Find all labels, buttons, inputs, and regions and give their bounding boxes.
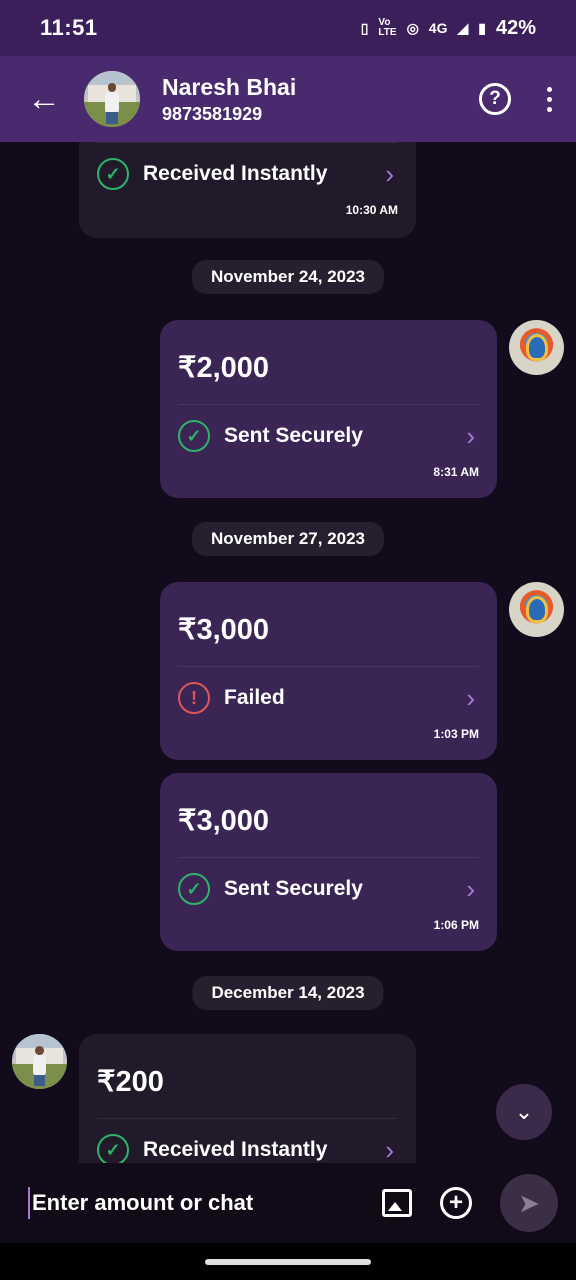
- home-gesture-pill[interactable]: [205, 1259, 371, 1265]
- message-time: 1:03 PM: [433, 727, 479, 741]
- status-label: Received Instantly: [143, 1138, 328, 1161]
- chevron-right-icon[interactable]: ›: [466, 421, 475, 452]
- navigation-bar: [0, 1243, 576, 1280]
- my-avatar: [509, 582, 564, 637]
- contact-avatar: [12, 1034, 67, 1089]
- check-circle-icon: ✓: [97, 1134, 129, 1163]
- message-amount: ₹3,000: [178, 805, 270, 837]
- message-sent[interactable]: ₹3,000 ! Failed › 1:03 PM: [160, 582, 497, 760]
- volte-icon: Vo LTE: [378, 17, 397, 38]
- hotspot-icon: ◎: [406, 19, 419, 36]
- more-vertical-icon[interactable]: [547, 86, 552, 112]
- status-indicators: ▯ Vo LTE ◎ 4G ◢ ▮ 42%: [361, 17, 536, 40]
- date-separator: November 27, 2023: [191, 522, 385, 556]
- transaction-status: ✓ Received Instantly ›: [97, 143, 398, 205]
- battery-level: 42%: [495, 16, 536, 39]
- signal-icon: ◢: [457, 19, 469, 36]
- chat-input[interactable]: Enter amount or chat: [28, 1187, 253, 1219]
- chat-thread[interactable]: ✓ Received Instantly › 10:30 AM November…: [0, 142, 576, 1163]
- my-avatar: [509, 320, 564, 375]
- network-type: 4G: [428, 20, 448, 36]
- contact-phone: 9873581929: [162, 103, 263, 124]
- status-time: 11:51: [40, 15, 98, 40]
- message-received[interactable]: ✓ Received Instantly › 10:30 AM: [79, 142, 416, 238]
- chevron-right-icon[interactable]: ›: [385, 1135, 394, 1164]
- status-label: Sent Securely: [224, 424, 363, 447]
- help-icon[interactable]: ?: [479, 83, 511, 115]
- check-circle-icon: ✓: [97, 158, 129, 190]
- message-amount: ₹3,000: [178, 614, 270, 646]
- message-amount: ₹200: [97, 1066, 164, 1098]
- contact-name: Naresh Bhai: [162, 73, 297, 100]
- transaction-status: ✓ Sent Securely ›: [178, 858, 479, 920]
- transaction-status: ! Failed ›: [178, 667, 479, 729]
- chat-header: ← Naresh Bhai 9873581929 ?: [0, 56, 576, 142]
- add-circle-icon[interactable]: +: [440, 1187, 472, 1219]
- vibrate-icon: ▯: [360, 19, 369, 36]
- contact-info[interactable]: Naresh Bhai 9873581929: [162, 74, 296, 125]
- message-amount: ₹2,000: [178, 352, 270, 384]
- chevron-right-icon[interactable]: ›: [385, 159, 394, 190]
- message-time: 10:30 AM: [345, 203, 398, 217]
- error-circle-icon: !: [178, 682, 210, 714]
- message-sent[interactable]: ₹3,000 ✓ Sent Securely › 1:06 PM: [160, 773, 497, 951]
- message-composer: Enter amount or chat + ➤: [0, 1163, 576, 1243]
- contact-avatar[interactable]: [84, 71, 140, 127]
- date-separator: December 14, 2023: [192, 976, 384, 1010]
- chevron-right-icon[interactable]: ›: [466, 683, 475, 714]
- message-sent[interactable]: ₹2,000 ✓ Sent Securely › 8:31 AM: [160, 320, 497, 498]
- battery-icon: ▮: [478, 19, 486, 36]
- chevron-right-icon[interactable]: ›: [466, 874, 475, 905]
- message-received[interactable]: ₹200 ✓ Received Instantly ›: [79, 1034, 416, 1163]
- transaction-status: ✓ Received Instantly ›: [97, 1119, 398, 1163]
- transaction-status: ✓ Sent Securely ›: [178, 405, 479, 467]
- status-bar: 11:51 ▯ Vo LTE ◎ 4G ◢ ▮ 42%: [0, 0, 576, 56]
- date-separator: November 24, 2023: [191, 260, 385, 294]
- back-arrow-icon[interactable]: ←: [24, 79, 64, 119]
- image-icon[interactable]: [382, 1189, 412, 1217]
- send-icon[interactable]: ➤: [500, 1174, 558, 1232]
- message-time: 1:06 PM: [433, 918, 479, 932]
- check-circle-icon: ✓: [178, 420, 210, 452]
- status-label: Failed: [224, 686, 285, 709]
- status-label: Received Instantly: [143, 162, 328, 185]
- chevron-down-icon[interactable]: ⌄: [496, 1084, 552, 1140]
- status-label: Sent Securely: [224, 877, 363, 900]
- check-circle-icon: ✓: [178, 873, 210, 905]
- message-time: 8:31 AM: [433, 465, 479, 479]
